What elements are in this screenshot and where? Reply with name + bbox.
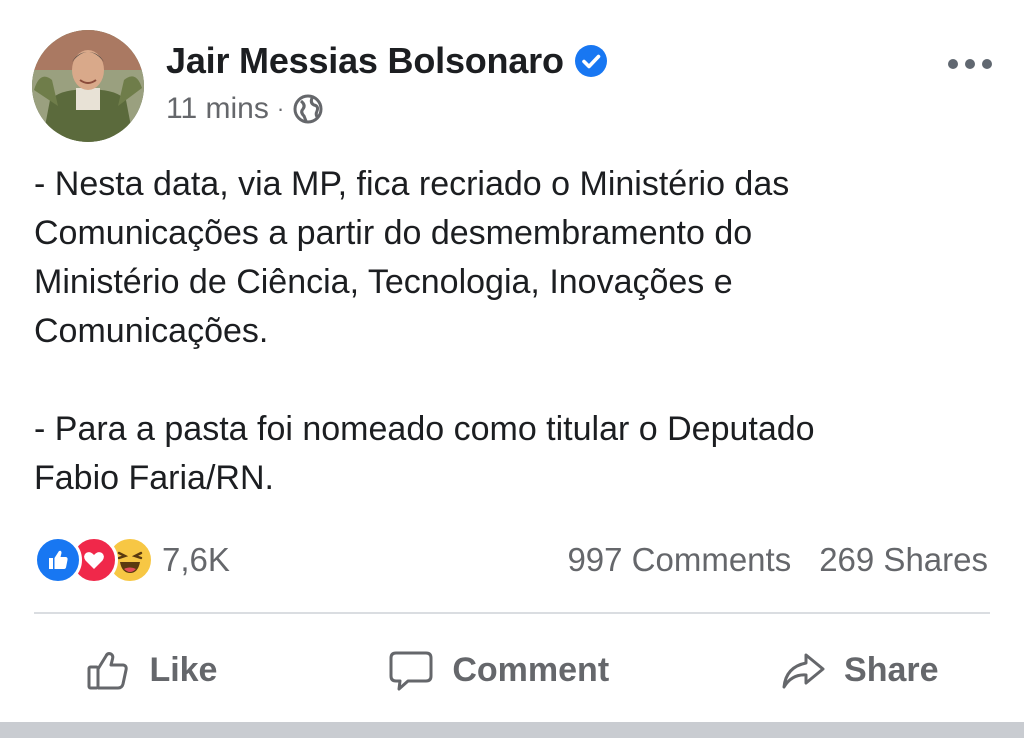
- share-label: Share: [844, 650, 939, 689]
- more-dot-icon: [948, 59, 958, 69]
- comments-count[interactable]: 997 Comments: [567, 541, 791, 579]
- engagement-counts: 997 Comments 269 Shares: [567, 536, 988, 584]
- comment-label: Comment: [452, 650, 610, 689]
- meta-separator: ·: [276, 96, 285, 121]
- more-options-button[interactable]: [948, 54, 992, 74]
- author-header: Jair Messias Bolsonaro: [166, 40, 608, 82]
- like-button[interactable]: Like: [85, 647, 217, 693]
- more-dot-icon: [982, 59, 992, 69]
- comment-button[interactable]: Comment: [388, 647, 609, 693]
- thumbs-up-icon: [87, 652, 129, 690]
- facebook-post: Jair Messias Bolsonaro 11 mins · - Nesta…: [0, 0, 1024, 722]
- post-timestamp[interactable]: 11 mins: [166, 92, 269, 126]
- author-name[interactable]: Jair Messias Bolsonaro: [166, 40, 564, 82]
- feed-separator: [0, 722, 1024, 738]
- shares-count[interactable]: 269 Shares: [819, 541, 988, 579]
- verified-badge-icon: [574, 45, 607, 77]
- divider: [34, 612, 990, 614]
- globe-icon: [293, 94, 323, 124]
- reactions-summary[interactable]: 7,6K: [34, 536, 230, 584]
- avatar[interactable]: [32, 30, 144, 142]
- share-button[interactable]: Share: [780, 647, 939, 693]
- reaction-count: 7,6K: [162, 541, 230, 578]
- post-body: - Nesta data, via MP, fica recriado o Mi…: [34, 165, 815, 497]
- share-arrow-icon: [782, 653, 825, 689]
- comment-icon: [389, 651, 433, 691]
- like-label: Like: [149, 650, 218, 689]
- avatar-image: [32, 30, 144, 142]
- action-bar: Like Comment Share: [0, 630, 1024, 710]
- like-reaction-icon: [34, 536, 82, 584]
- more-dot-icon: [965, 59, 975, 69]
- post-meta: 11 mins ·: [166, 92, 324, 126]
